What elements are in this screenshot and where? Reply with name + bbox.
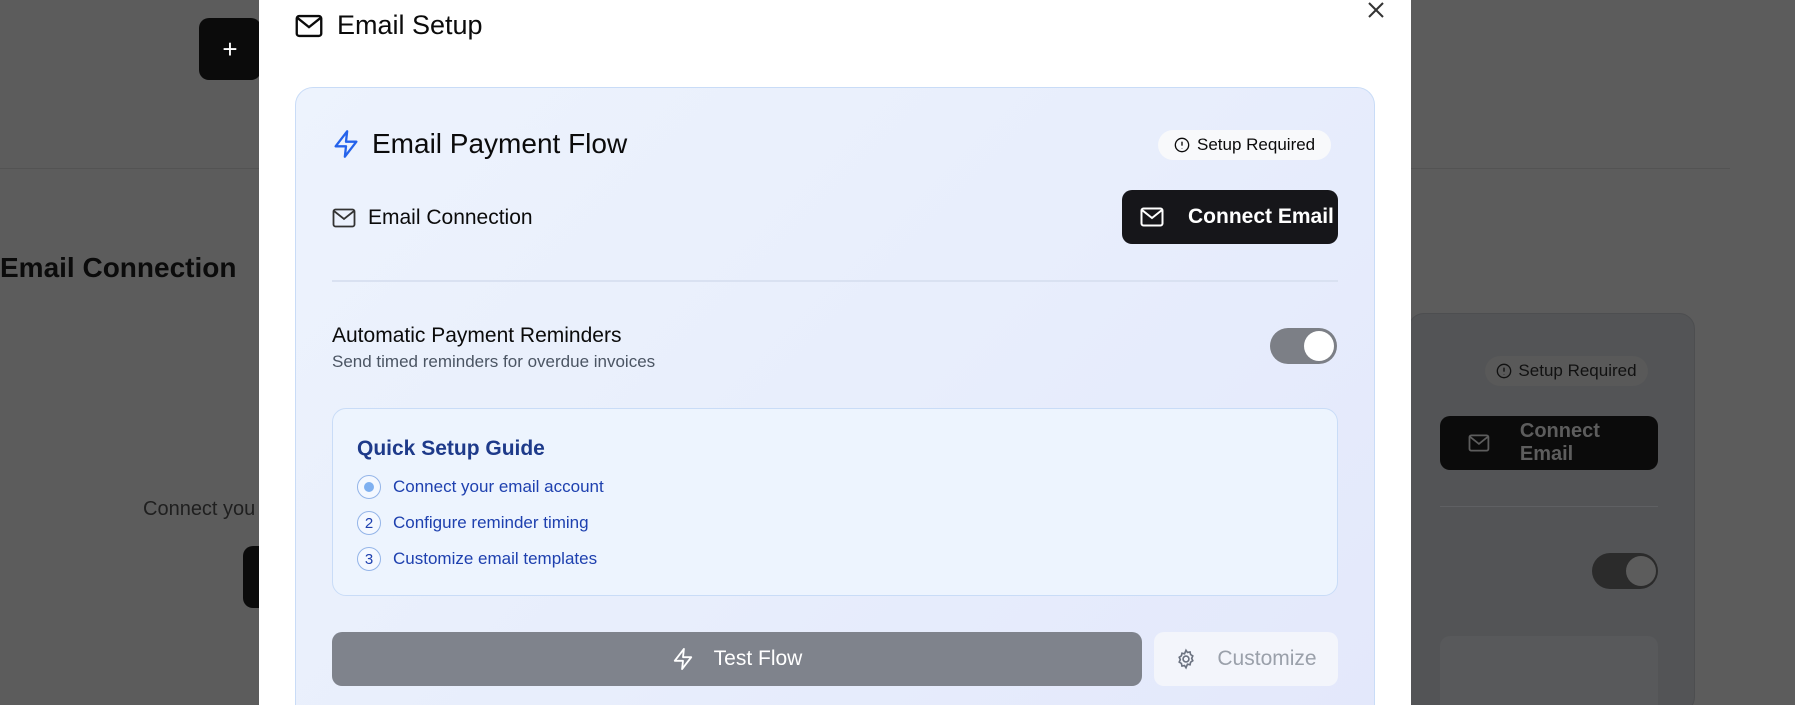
background-inner-panel — [1440, 636, 1658, 705]
quick-setup-guide: Quick Setup Guide Connect your email acc… — [332, 408, 1338, 596]
guide-title: Quick Setup Guide — [357, 437, 545, 460]
background-connect-label: Connect Email — [1519, 420, 1600, 465]
alert-circle-icon — [1497, 363, 1512, 379]
email-setup-modal: Email Setup Email Payment Flow Setup Req… — [259, 0, 1411, 705]
email-connection-label: Email Connection — [368, 206, 533, 229]
mail-icon — [1468, 434, 1490, 452]
mail-icon — [295, 14, 323, 37]
customize-button[interactable]: Customize — [1154, 632, 1338, 686]
step-number: 3 — [357, 547, 381, 571]
close-button[interactable] — [1364, 0, 1388, 22]
flow-header: Email Payment Flow — [332, 128, 627, 160]
gear-icon — [1178, 648, 1195, 670]
background-connect-text: Connect you — [143, 498, 256, 520]
background-divider-line — [1440, 506, 1658, 507]
background-status-badge: Setup Required — [1485, 356, 1648, 386]
reminders-toggle[interactable] — [1270, 328, 1337, 364]
email-connection-row: Email Connection — [332, 206, 533, 230]
lightning-icon — [673, 648, 692, 670]
step-indicator-active — [357, 475, 381, 499]
status-badge-label: Setup Required — [1197, 135, 1316, 154]
plus-icon: + — [222, 33, 238, 64]
mail-icon — [332, 208, 356, 228]
modal-title: Email Setup — [337, 10, 483, 40]
connect-email-label: Connect Email — [1188, 205, 1334, 228]
step-label: Customize email templates — [393, 549, 598, 568]
close-icon — [1368, 2, 1384, 18]
guide-step: 2 Configure reminder timing — [357, 511, 589, 535]
background-add-button: + — [199, 18, 261, 80]
customize-label: Customize — [1217, 647, 1317, 670]
email-payment-flow-card: Email Payment Flow Setup Required Email … — [295, 87, 1375, 705]
status-badge: Setup Required — [1158, 130, 1332, 160]
step-label: Connect your email account — [393, 477, 604, 496]
step-number: 2 — [357, 511, 381, 535]
background-toggle-knob — [1626, 556, 1656, 586]
connect-email-button[interactable]: Connect Email — [1122, 190, 1338, 244]
toggle-knob — [1304, 331, 1334, 361]
flow-title: Email Payment Flow — [372, 128, 628, 159]
background-badge-label: Setup Required — [1518, 361, 1637, 380]
background-connect-button: Connect Email — [1440, 416, 1658, 470]
guide-step: Connect your email account — [357, 475, 604, 499]
reminders-subtitle: Send timed reminders for overdue invoice… — [332, 352, 656, 371]
lightning-icon — [334, 130, 358, 158]
reminders-title: Automatic Payment Reminders — [332, 324, 622, 347]
mail-icon — [1140, 207, 1164, 227]
test-flow-label: Test Flow — [713, 647, 803, 670]
test-flow-button[interactable]: Test Flow — [332, 632, 1142, 686]
background-section-title: Email Connection — [0, 252, 237, 283]
modal-header: Email Setup — [295, 10, 483, 41]
alert-circle-icon — [1174, 137, 1190, 153]
step-label: Configure reminder timing — [393, 513, 589, 532]
step-dot — [364, 482, 374, 492]
section-divider — [332, 280, 1338, 282]
guide-step: 3 Customize email templates — [357, 547, 597, 571]
